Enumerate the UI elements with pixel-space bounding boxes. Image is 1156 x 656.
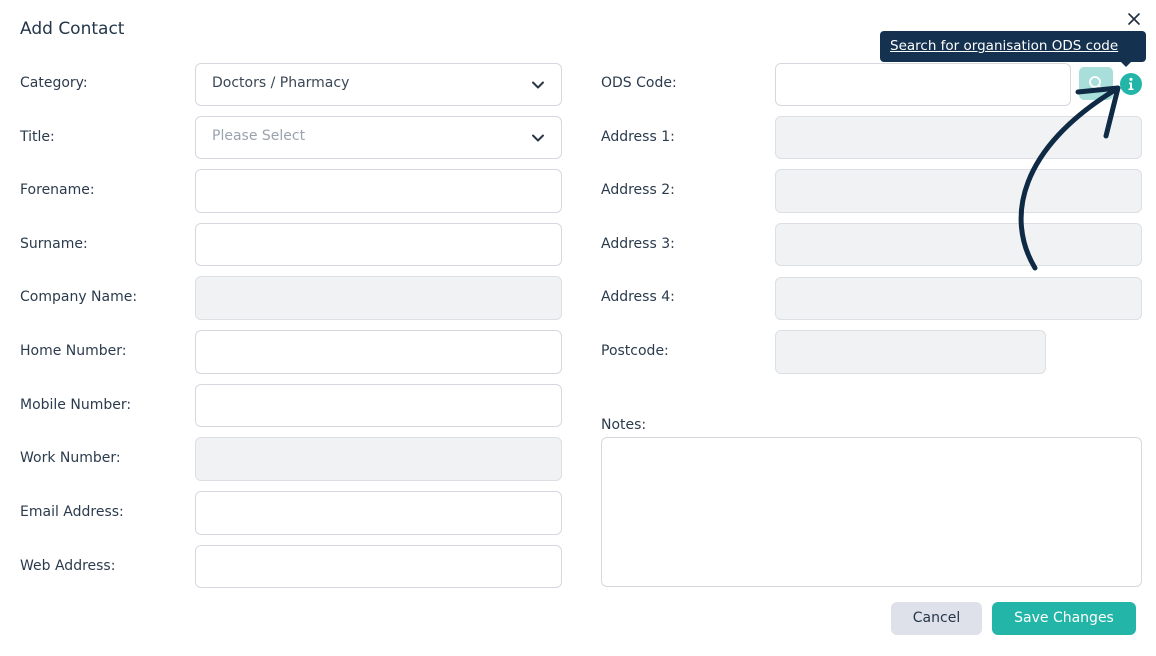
home-number-input[interactable] — [195, 330, 562, 374]
email-address-label: Email Address: — [20, 504, 124, 520]
company-name-input — [195, 276, 562, 320]
ods-code-label: ODS Code: — [601, 75, 677, 91]
title-placeholder: Please Select — [212, 128, 306, 144]
work-number-label: Work Number: — [20, 450, 121, 466]
chevron-down-icon — [532, 81, 544, 89]
postcode-label: Postcode: — [601, 343, 669, 359]
postcode-input — [775, 330, 1046, 374]
address-3-label: Address 3: — [601, 236, 675, 252]
forename-input[interactable] — [195, 169, 562, 213]
surname-label: Surname: — [20, 236, 88, 252]
surname-input[interactable] — [195, 223, 562, 266]
email-address-input[interactable] — [195, 491, 562, 535]
title-label: Title: — [20, 129, 55, 145]
web-address-input[interactable] — [195, 545, 562, 588]
annotation-arrow-icon — [1018, 85, 1121, 271]
address-4-input — [775, 277, 1142, 320]
forename-label: Forename: — [20, 182, 95, 198]
tooltip-text: Search for organisation ODS code — [890, 38, 1119, 54]
mobile-number-input[interactable] — [195, 384, 562, 427]
save-changes-button[interactable]: Save Changes — [992, 602, 1136, 635]
home-number-label: Home Number: — [20, 343, 127, 359]
chevron-down-icon — [532, 134, 544, 142]
close-icon[interactable] — [1124, 9, 1144, 29]
mobile-number-label: Mobile Number: — [20, 397, 132, 413]
address-4-label: Address 4: — [601, 289, 675, 305]
category-label: Category: — [20, 75, 88, 91]
cancel-button[interactable]: Cancel — [891, 602, 982, 635]
category-value: Doctors / Pharmacy — [212, 75, 350, 91]
web-address-label: Web Address: — [20, 558, 116, 574]
category-select[interactable]: Doctors / Pharmacy — [195, 63, 562, 106]
notes-label: Notes: — [601, 417, 647, 433]
notes-textarea[interactable] — [601, 437, 1142, 587]
address-2-label: Address 2: — [601, 182, 675, 198]
company-name-label: Company Name: — [20, 289, 138, 305]
dialog-title: Add Contact — [20, 19, 125, 39]
title-select[interactable]: Please Select — [195, 116, 562, 159]
address-1-label: Address 1: — [601, 129, 675, 145]
tooltip-pointer — [1120, 61, 1132, 67]
ods-tooltip: Search for organisation ODS code — [880, 31, 1146, 62]
work-number-input — [195, 437, 562, 481]
